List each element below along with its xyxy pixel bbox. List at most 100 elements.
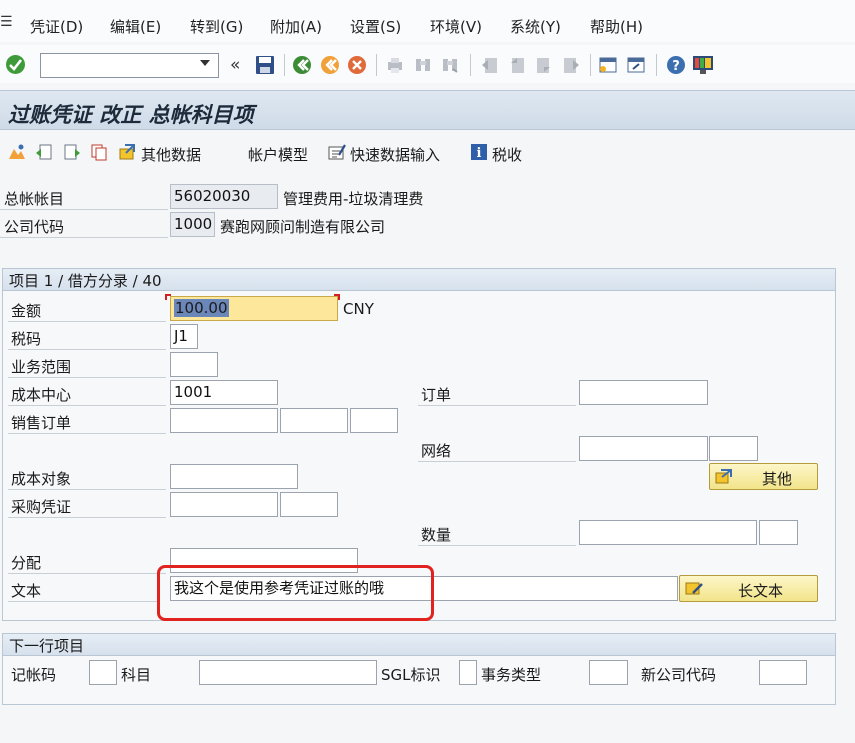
sales-order-item-field[interactable] — [280, 408, 348, 433]
network-label: 网络 — [421, 442, 452, 460]
amount-field[interactable]: 100.00 — [170, 296, 338, 321]
purchase-doc-item-field[interactable] — [280, 492, 338, 517]
menu-environment[interactable]: 环境(V) — [430, 16, 482, 37]
menu-extras[interactable]: 附加(A) — [270, 16, 322, 37]
more-button[interactable]: 其他 — [709, 463, 818, 490]
label-underline — [8, 489, 166, 490]
purchase-doc-label: 采购凭证 — [11, 498, 72, 516]
last-page-icon[interactable] — [561, 55, 581, 75]
other-data-button[interactable]: 其他数据 — [141, 144, 201, 165]
menu-edit[interactable]: 编辑(E) — [110, 16, 161, 37]
svg-text:?: ? — [672, 59, 680, 74]
help-icon[interactable]: ? — [666, 55, 686, 75]
posting-key-field[interactable] — [89, 660, 117, 685]
menu-system-icon[interactable]: ☰ — [0, 14, 13, 30]
next-page-icon[interactable] — [534, 55, 554, 75]
tax-code-label: 税码 — [11, 330, 42, 348]
business-area-label: 业务范围 — [11, 358, 72, 376]
layout-menu-icon[interactable] — [692, 55, 714, 75]
toolbar-separator — [284, 54, 285, 76]
long-text-icon — [685, 582, 703, 595]
more-data-icon — [715, 469, 732, 484]
new-company-code-field[interactable] — [759, 660, 807, 685]
menu-document[interactable]: 凭证(D) — [30, 16, 83, 37]
tax-button[interactable]: 税收 — [492, 144, 522, 165]
prev-page-icon[interactable] — [507, 55, 527, 75]
assignment-label: 分配 — [11, 554, 42, 572]
more-data-icon[interactable] — [118, 143, 136, 161]
gl-account-field: 56020030 — [170, 184, 278, 209]
print-icon[interactable] — [385, 55, 405, 75]
save-icon[interactable] — [255, 55, 275, 75]
sales-order-field[interactable] — [170, 408, 278, 433]
info-icon[interactable]: i — [470, 143, 488, 161]
page-title: 过账凭证 改正 总帐科目项 — [8, 102, 254, 127]
sales-order-label: 销售订单 — [11, 414, 72, 432]
overview-icon[interactable] — [8, 143, 26, 161]
label-underline — [8, 517, 166, 518]
copy-item-icon[interactable] — [90, 143, 108, 161]
text-label: 文本 — [11, 582, 42, 600]
label-underline — [8, 601, 158, 602]
cost-object-label: 成本对象 — [11, 470, 72, 488]
label-underline — [0, 237, 168, 238]
toolbar-collapse-icon[interactable]: « — [230, 55, 240, 75]
svg-text:i: i — [477, 146, 482, 161]
label-underline — [418, 545, 576, 546]
cost-center-label: 成本中心 — [11, 386, 72, 404]
company-code-description: 赛跑网顾问制造有限公司 — [220, 218, 386, 236]
shortcut-icon[interactable] — [626, 55, 646, 75]
menu-settings[interactable]: 设置(S) — [350, 16, 401, 37]
network-field[interactable] — [579, 436, 708, 461]
transaction-type-field[interactable] — [589, 660, 628, 685]
new-company-code-label: 新公司代码 — [641, 666, 717, 684]
menu-goto[interactable]: 转到(G) — [190, 16, 243, 37]
command-field[interactable] — [40, 53, 219, 78]
label-underline — [418, 461, 576, 462]
label-underline — [418, 405, 576, 406]
order-field[interactable] — [579, 380, 708, 405]
label-underline — [8, 321, 166, 322]
menu-system[interactable]: 系统(Y) — [510, 16, 561, 37]
next-item-group-title: 下一行项目 — [9, 637, 85, 655]
command-dropdown-icon[interactable] — [200, 60, 210, 66]
back-icon[interactable] — [292, 55, 312, 75]
next-item-group-header — [3, 634, 835, 656]
label-underline — [8, 377, 166, 378]
menu-help[interactable]: 帮助(H) — [590, 16, 643, 37]
exit-icon[interactable] — [320, 55, 340, 75]
previous-item-icon[interactable] — [35, 143, 53, 161]
next-item-icon[interactable] — [63, 143, 81, 161]
company-code-field: 1000 — [170, 212, 215, 237]
tax-code-field[interactable]: J1 — [170, 324, 198, 349]
purchase-doc-field[interactable] — [170, 492, 278, 517]
next-account-label: 科目 — [121, 666, 152, 684]
currency-label: CNY — [343, 300, 374, 318]
account-model-button[interactable]: 帐户模型 — [248, 144, 308, 165]
enter-check-icon[interactable] — [5, 54, 26, 75]
cost-object-field[interactable] — [170, 464, 298, 489]
fast-entry-icon[interactable] — [328, 143, 346, 161]
network-activity-field[interactable] — [709, 436, 758, 461]
toolbar-separator — [656, 54, 657, 76]
fast-entry-button[interactable]: 快速数据输入 — [350, 144, 440, 165]
transaction-type-label: 事务类型 — [481, 666, 542, 684]
quantity-label: 数量 — [421, 526, 452, 544]
long-text-button[interactable]: 长文本 — [679, 575, 818, 602]
quantity-unit-field[interactable] — [759, 520, 798, 545]
cancel-icon[interactable] — [347, 55, 367, 75]
new-session-icon[interactable] — [598, 55, 618, 75]
cost-center-field[interactable]: 1001 — [170, 380, 278, 405]
gl-account-description: 管理费用-垃圾清理费 — [283, 190, 424, 208]
sgl-indicator-field[interactable] — [459, 660, 477, 685]
find-icon[interactable] — [413, 55, 433, 75]
find-next-icon[interactable] — [440, 55, 460, 75]
sales-order-schedule-field[interactable] — [350, 408, 398, 433]
toolbar-separator — [590, 54, 591, 76]
business-area-field[interactable] — [170, 352, 218, 377]
label-underline — [8, 405, 166, 406]
next-account-field[interactable] — [199, 660, 377, 685]
quantity-field[interactable] — [579, 520, 757, 545]
toolbar-separator — [470, 54, 471, 76]
first-page-icon[interactable] — [480, 55, 500, 75]
